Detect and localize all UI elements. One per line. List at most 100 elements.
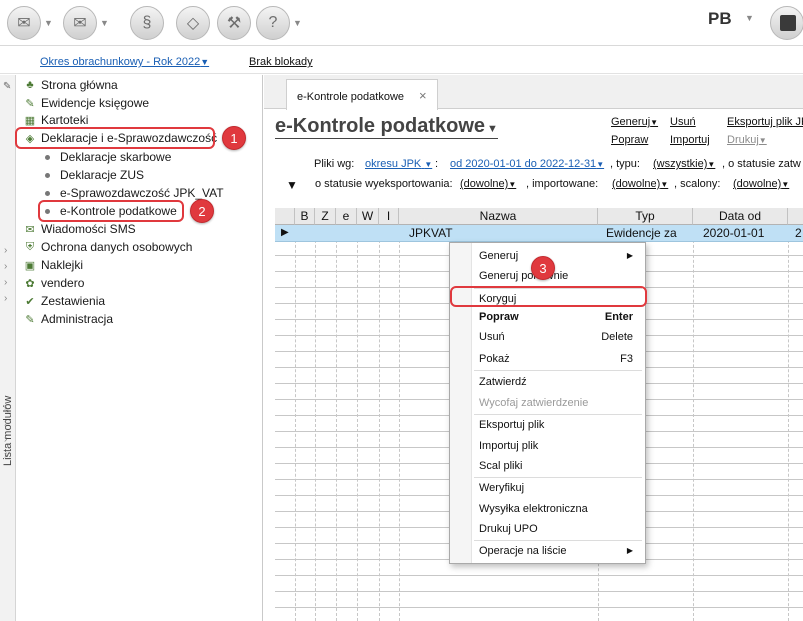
chevron-right-icon[interactable]: › (4, 245, 7, 256)
row-pointer-icon: ▶ (281, 227, 289, 238)
page-title[interactable]: e-Kontrole podatkowe ▼ (275, 115, 498, 139)
delete-action[interactable]: Usuń (670, 116, 696, 128)
menu-item-approve[interactable]: Zatwierdź (479, 373, 637, 391)
sidebar-item-data-protection[interactable]: ⛨ Ochrona danych osobowych (17, 238, 193, 256)
bullet-icon (45, 154, 50, 160)
menu-item-merge-files[interactable]: Scal pliki (479, 457, 637, 475)
sidebar-item-vendero[interactable]: ✿ vendero (17, 274, 84, 292)
box-icon[interactable] (770, 6, 803, 40)
cell-name: JPKVAT (409, 226, 453, 240)
chevron-right-icon[interactable]: › (4, 450, 7, 461)
sidebar-item-reports[interactable]: ✔ Zestawienia (17, 292, 105, 310)
pencil-icon: ✎ (25, 97, 35, 110)
shield-icon: ⛨ (25, 240, 35, 253)
menu-item-generate[interactable]: Generuj ▶ (479, 247, 637, 265)
user-initials[interactable]: PB (708, 9, 732, 29)
export-jpk-action[interactable]: Eksportuj plik JPK (727, 116, 803, 128)
sidebar: ♣ Strona główna ✎ Ewidencje księgowe ▦ K… (15, 75, 263, 621)
print-action[interactable]: Drukuj▼ (727, 134, 767, 146)
merged-filter[interactable]: (dowolne)▼ (733, 178, 789, 190)
chevron-right-icon[interactable]: › (4, 418, 7, 429)
sidebar-item-home[interactable]: ♣ Strona główna (17, 76, 117, 94)
column-header-w[interactable]: W (357, 208, 379, 225)
column-header-next[interactable] (788, 208, 803, 225)
edit-action[interactable]: Popraw (611, 134, 648, 146)
chevron-down-icon: ▼ (508, 180, 517, 189)
type-filter[interactable]: (wszystkie)▼ (653, 158, 715, 170)
chevron-down-icon: ▼ (707, 160, 716, 169)
chevron-down-icon: ▼ (650, 118, 659, 127)
column-header-e[interactable]: e (336, 208, 357, 225)
sidebar-item-ledgers[interactable]: ✎ Ewidencje księgowe (17, 94, 149, 112)
chevron-right-icon[interactable]: › (4, 434, 7, 445)
tools-icon: ⚒ (217, 6, 251, 40)
pin-icon[interactable]: ✎ (3, 81, 11, 92)
vendero-icon: ✿ (25, 277, 35, 290)
chevron-down-icon: ▼ (100, 18, 109, 28)
import-action[interactable]: Importuj (670, 134, 710, 146)
sidebar-item-administration[interactable]: ✎ Administracja (17, 310, 113, 328)
column-header-b[interactable]: B (295, 208, 315, 225)
mail-button[interactable]: ✉ ▼ (7, 6, 54, 40)
menu-item-edit[interactable]: Popraw Enter (479, 308, 637, 326)
document-stack-icon: § (130, 6, 164, 40)
menu-item-e-send[interactable]: Wysyłka elektroniczna (479, 500, 637, 518)
menu-item-list-operations[interactable]: Operacje na liście ▶ (479, 542, 637, 560)
column-header-date-from[interactable]: Data od (693, 208, 788, 225)
sidebar-item-sms[interactable]: ✉ Wiadomości SMS (17, 220, 135, 238)
cards-icon: ▦ (24, 114, 36, 127)
menu-item-export-file[interactable]: Eksportuj plik (479, 416, 637, 434)
column-header-name[interactable]: Nazwa (399, 208, 598, 225)
menu-item-show[interactable]: Pokaż F3 (479, 350, 637, 368)
bullet-icon (45, 172, 50, 178)
chevron-right-icon[interactable]: › (4, 261, 7, 272)
column-header-i[interactable]: I (379, 208, 399, 225)
chevron-right-icon[interactable]: › (4, 402, 7, 413)
help-button[interactable]: ? ▼ (256, 6, 303, 40)
highlight-box-step1 (15, 127, 215, 149)
period-selector[interactable]: Okres obrachunkowy - Rok 2022▼ (40, 56, 209, 68)
menu-item-verify[interactable]: Weryfikuj (479, 479, 637, 497)
menu-item-print-upo[interactable]: Drukuj UPO (479, 520, 637, 538)
table-row[interactable]: ▶ JPKVAT Ewidencje za 2020-01-01 2 (275, 225, 803, 242)
close-icon[interactable]: × (419, 88, 427, 103)
module-list-strip[interactable]: ✎ › › › › Lista modułów › › › › (0, 75, 16, 621)
sidebar-subitem-zus-declarations[interactable]: Deklaracje ZUS (45, 166, 144, 184)
eraser-icon: ◇ (176, 6, 210, 40)
menu-item-regenerate[interactable]: Generuj ponownie (479, 267, 637, 285)
menu-item-import-file[interactable]: Importuj plik (479, 437, 637, 455)
cell-date-from: 2020-01-01 (703, 226, 765, 240)
chevron-right-icon: ▶ (626, 251, 633, 260)
import-status-filter[interactable]: (dowolne)▼ (612, 178, 668, 190)
documents-button[interactable]: § (130, 6, 164, 40)
sidebar-item-labels[interactable]: ▣ Naklejki (17, 256, 83, 274)
lock-status-link[interactable]: Brak blokady (249, 56, 313, 68)
tab-e-kontrole[interactable]: e-Kontrole podatkowe × (286, 79, 438, 110)
step-badge-3: 3 (531, 256, 555, 280)
tab-strip: e-Kontrole podatkowe × (264, 75, 803, 110)
generate-action[interactable]: Generuj▼ (611, 116, 658, 128)
period-bar: Okres obrachunkowy - Rok 2022▼ Brak blok… (0, 47, 803, 74)
chevron-right-icon[interactable]: › (4, 293, 7, 304)
chevron-down-icon: ▼ (293, 18, 302, 28)
jpk-period-filter[interactable]: okresu JPK ▼ (365, 158, 432, 170)
date-range-filter[interactable]: od 2020-01-01 do 2022-12-31▼ (450, 158, 604, 170)
filter-row-1: Pliki wg: okresu JPK ▼ : od 2020-01-01 d… (314, 158, 801, 170)
bullet-icon (45, 190, 50, 196)
menu-item-withdraw-approval[interactable]: Wycofaj zatwierdzenie (479, 394, 637, 412)
chevron-down-icon: ▼ (44, 18, 53, 28)
sidebar-subitem-tax-declarations[interactable]: Deklaracje skarbowe (45, 148, 171, 166)
envelope-button[interactable]: ✉ ▼ (63, 6, 110, 40)
chevron-down-icon[interactable]: ▼ (745, 13, 754, 23)
chevron-down-icon: ▼ (596, 160, 605, 169)
highlight-box-step2 (38, 200, 184, 222)
column-header-z[interactable]: Z (315, 208, 336, 225)
menu-item-delete[interactable]: Usuń Delete (479, 328, 637, 346)
cell-next: 2 (795, 226, 802, 240)
chevron-right-icon[interactable]: › (4, 277, 7, 288)
eraser-button[interactable]: ◇ (176, 6, 210, 40)
step-badge-1: 1 (222, 126, 246, 150)
export-status-filter[interactable]: (dowolne)▼ (460, 178, 516, 190)
tools-button[interactable]: ⚒ (217, 6, 251, 40)
column-header-type[interactable]: Typ (598, 208, 693, 225)
